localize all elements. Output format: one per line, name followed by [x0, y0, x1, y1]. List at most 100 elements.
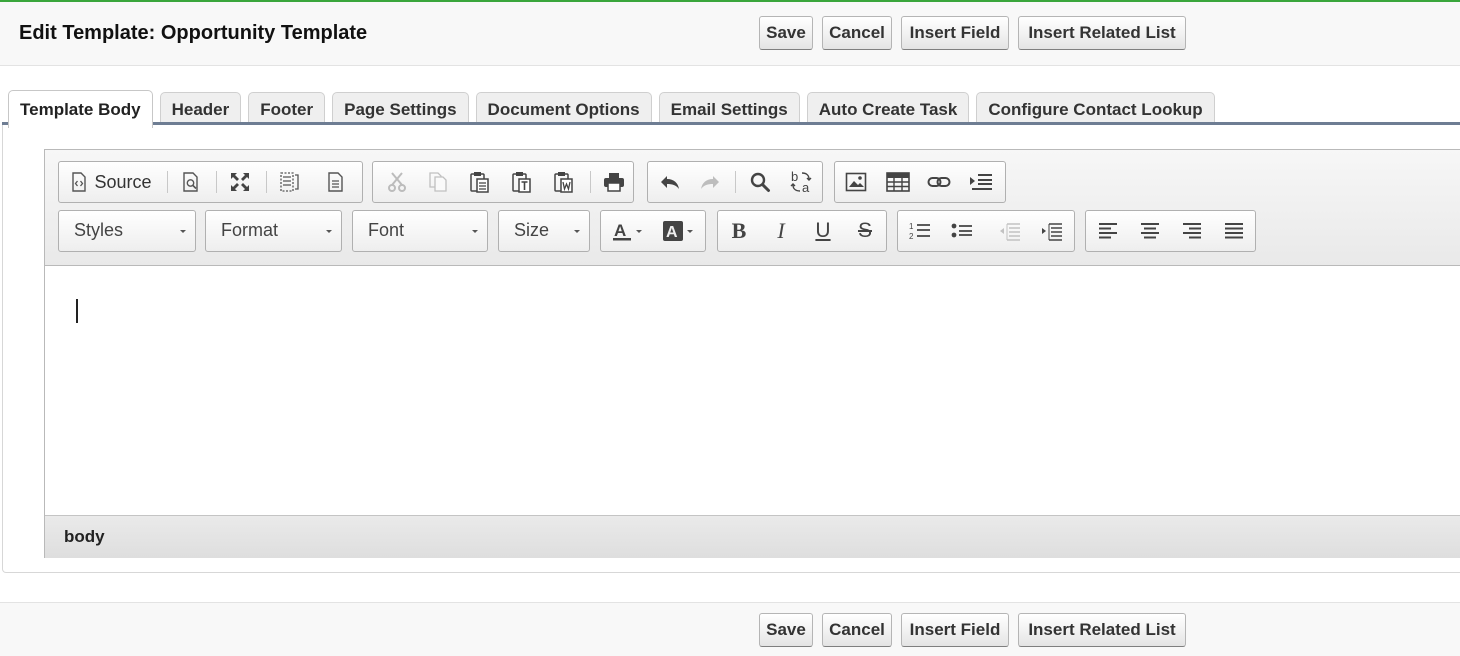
image-button[interactable] — [838, 162, 874, 202]
source-button[interactable]: Source — [63, 162, 159, 202]
styles-dropdown[interactable]: Styles — [58, 210, 196, 252]
decrease-indent-icon — [999, 221, 1021, 241]
tab-template-body[interactable]: Template Body — [8, 90, 153, 128]
rich-text-editor: Source b a Styles Format Font Size A A B… — [44, 149, 1460, 558]
preview-icon — [182, 172, 200, 192]
text-color-icon: A — [612, 220, 646, 242]
preview-button[interactable] — [173, 162, 209, 202]
maximize-icon — [229, 171, 251, 193]
separator — [590, 171, 591, 193]
table-button[interactable] — [880, 162, 916, 202]
paste-icon — [469, 171, 491, 193]
bold-icon: B — [731, 218, 747, 243]
separator — [216, 171, 217, 193]
chevron-down-icon — [574, 230, 580, 233]
underline-icon: U — [815, 219, 831, 242]
cut-button[interactable] — [379, 162, 415, 202]
show-blocks-button[interactable] — [272, 162, 308, 202]
cut-icon — [387, 171, 407, 193]
save-button[interactable]: Save — [759, 613, 813, 647]
source-icon — [70, 172, 88, 192]
decrease-indent-button[interactable] — [992, 211, 1028, 251]
toolbar-group-basic-styles: B I U S — [717, 210, 887, 252]
chevron-down-icon — [472, 230, 478, 233]
strikethrough-button[interactable]: S — [847, 211, 883, 251]
svg-text:A: A — [666, 224, 678, 241]
tab-configure-contact-lookup[interactable]: Configure Contact Lookup — [976, 92, 1215, 126]
editor-content-area[interactable] — [45, 267, 1460, 515]
editor-status-bar: body — [45, 515, 1460, 558]
save-button[interactable]: Save — [759, 16, 813, 50]
cancel-button[interactable]: Cancel — [822, 16, 892, 50]
svg-text:2: 2 — [909, 232, 914, 241]
paste-button[interactable] — [462, 162, 498, 202]
cancel-button[interactable]: Cancel — [822, 613, 892, 647]
font-label: Font — [368, 220, 405, 240]
toolbar-group-paragraph: 12 — [897, 210, 1075, 252]
editor-toolbar: Source b a Styles Format Font Size A A B… — [45, 150, 1460, 266]
toolbar-group-document: Source — [58, 161, 363, 203]
undo-button[interactable] — [652, 162, 688, 202]
format-dropdown[interactable]: Format — [205, 210, 342, 252]
background-color-icon: A — [662, 220, 696, 242]
insert-related-list-button[interactable]: Insert Related List — [1018, 613, 1186, 647]
styles-label: Styles — [74, 220, 124, 240]
tab-page-settings[interactable]: Page Settings — [332, 92, 469, 126]
insert-related-list-button[interactable]: Insert Related List — [1018, 16, 1186, 50]
justify-button[interactable] — [1216, 211, 1252, 251]
table-icon — [886, 172, 910, 192]
tab-footer[interactable]: Footer — [248, 92, 326, 126]
element-path[interactable]: body — [64, 527, 105, 547]
page-header: Edit Template: Opportunity Template Save… — [0, 0, 1460, 66]
tab-auto-create-task[interactable]: Auto Create Task — [806, 92, 970, 126]
find-button[interactable] — [742, 162, 778, 202]
insert-field-button[interactable]: Insert Field — [901, 16, 1009, 50]
bulleted-list-icon — [951, 221, 973, 241]
insert-field-button[interactable]: Insert Field — [901, 613, 1009, 647]
copy-button[interactable] — [420, 162, 456, 202]
header-button-row: Save Cancel Insert Field Insert Related … — [759, 16, 1186, 50]
align-center-button[interactable] — [1132, 211, 1168, 251]
tab-header[interactable]: Header — [159, 92, 242, 126]
numbered-list-button[interactable]: 12 — [902, 211, 938, 251]
replace-button[interactable]: ba — [784, 162, 820, 202]
indent-list-button[interactable] — [963, 162, 999, 202]
increase-indent-button[interactable] — [1034, 211, 1070, 251]
align-right-button[interactable] — [1174, 211, 1210, 251]
link-button[interactable] — [921, 162, 957, 202]
redo-button[interactable] — [692, 162, 728, 202]
templates-button[interactable] — [318, 162, 354, 202]
toolbar-group-insert — [834, 161, 1006, 203]
chevron-down-icon — [326, 230, 332, 233]
svg-text:A: A — [614, 221, 626, 240]
tab-bar: Template Body Header Footer Page Setting… — [8, 88, 1222, 128]
size-dropdown[interactable]: Size — [498, 210, 590, 252]
increase-indent-icon — [1041, 221, 1063, 241]
print-icon — [603, 172, 625, 192]
toolbar-group-align — [1085, 210, 1256, 252]
print-button[interactable] — [596, 162, 632, 202]
strikethrough-icon: S — [857, 219, 872, 242]
indent-list-icon — [969, 172, 993, 192]
underline-button[interactable]: U — [805, 211, 841, 251]
bulleted-list-button[interactable] — [944, 211, 980, 251]
format-label: Format — [221, 220, 279, 240]
bold-button[interactable]: B — [721, 211, 757, 251]
align-center-icon — [1140, 222, 1160, 240]
separator — [167, 171, 168, 193]
page-title: Edit Template: Opportunity Template — [19, 22, 368, 44]
align-left-button[interactable] — [1090, 211, 1126, 251]
paste-word-button[interactable] — [546, 162, 582, 202]
background-color-button[interactable]: A — [655, 211, 703, 251]
separator — [266, 171, 267, 193]
font-dropdown[interactable]: Font — [352, 210, 488, 252]
tab-document-options[interactable]: Document Options — [475, 92, 652, 126]
italic-button[interactable]: I — [763, 211, 799, 251]
text-color-button[interactable]: A — [605, 211, 653, 251]
maximize-button[interactable] — [222, 162, 258, 202]
paste-text-button[interactable] — [504, 162, 540, 202]
tab-email-settings[interactable]: Email Settings — [658, 92, 800, 126]
toolbar-group-colors: A A — [600, 210, 706, 252]
align-left-icon — [1098, 222, 1118, 240]
toolbar-group-clipboard — [372, 161, 634, 203]
